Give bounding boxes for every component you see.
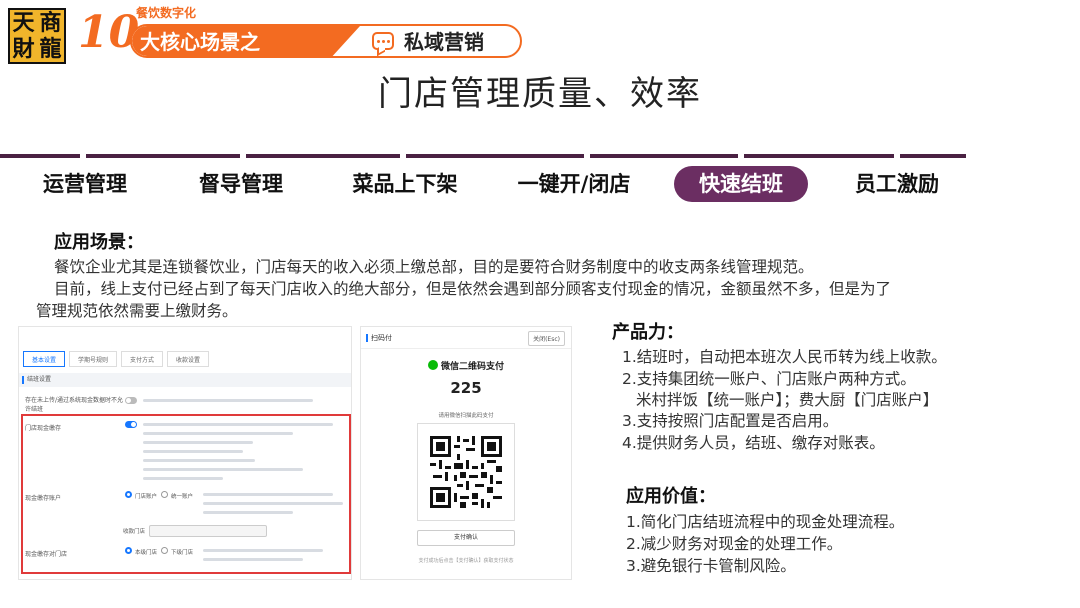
close-button[interactable]: 关闭(Esc) bbox=[528, 331, 565, 346]
setting-desc-line bbox=[203, 511, 293, 514]
setting-desc-line bbox=[143, 399, 313, 402]
select-label-receiving-store: 收款门店 bbox=[123, 529, 146, 535]
setting-desc-line bbox=[203, 502, 343, 505]
product-item: 1.结班时，自动把本班次人民币转为线上收款。 bbox=[622, 348, 947, 366]
setting-label-block-close: 存在未上传/通过系统现金数据时不允许结班 bbox=[25, 397, 124, 413]
subtab-payment[interactable]: 支付方式 bbox=[121, 351, 164, 367]
radio-sub-store[interactable] bbox=[161, 547, 168, 554]
subtab-rules[interactable]: 学期号规则 bbox=[69, 351, 118, 367]
setting-desc-line bbox=[143, 459, 255, 462]
value-item: 3.避免银行卡管制风险。 bbox=[626, 557, 796, 575]
qr-code-icon bbox=[430, 436, 502, 508]
radio-store-account[interactable] bbox=[125, 491, 132, 498]
pay-hint: 请用微信扫描此码支付 bbox=[438, 413, 494, 419]
logo-char: 龍 bbox=[39, 36, 62, 62]
logo-char: 商 bbox=[39, 10, 62, 36]
tab-operations[interactable]: 运营管理 bbox=[30, 166, 140, 202]
subtab-basic[interactable]: 基本设置 bbox=[23, 351, 66, 367]
radio-sub-store-label: 下级门店 bbox=[171, 550, 194, 556]
setting-desc-line bbox=[143, 477, 223, 480]
scenario-line-1: 餐饮企业尤其是连锁餐饮业，门店每天的收入必须上缴总部，目的是要符合财务制度中的收… bbox=[54, 258, 814, 276]
banner-main-title: 大核心场景之 bbox=[140, 30, 260, 54]
setting-desc-line bbox=[203, 558, 303, 561]
value-item: 1.简化门店结班流程中的现金处理流程。 bbox=[626, 513, 905, 531]
chat-bubble-icon bbox=[372, 32, 394, 50]
radio-current-store[interactable] bbox=[125, 547, 132, 554]
setting-desc-line bbox=[143, 432, 293, 435]
pay-footnote: 支付成功后点击【支付确认】获取支付状态 bbox=[418, 558, 514, 564]
page-title: 门店管理质量、效率 bbox=[378, 74, 702, 114]
value-item: 2.减少财务对现金的处理工作。 bbox=[626, 535, 843, 553]
qr-code bbox=[417, 423, 515, 521]
tab-store-open-close[interactable]: 一键开/闭店 bbox=[506, 166, 642, 202]
setting-desc-line bbox=[203, 549, 323, 552]
logo-char: 財 bbox=[12, 36, 35, 62]
settings-screenshot: 基本设置 学期号规则 支付方式 收款设置 结班设置 存在未上传/通过系统现金数据… bbox=[18, 326, 352, 580]
banner-topic: 私域营销 bbox=[404, 30, 484, 54]
pay-confirm-button[interactable]: 支付确认 bbox=[417, 530, 515, 546]
scan-pay-titlebar: 扫码付 关闭(Esc) bbox=[361, 327, 571, 349]
product-item: 3.支持按照门店配置是否启用。 bbox=[622, 412, 839, 430]
setting-label-deposit-store: 现金缴存对门店 bbox=[25, 551, 68, 558]
radio-store-account-label: 门店账户 bbox=[135, 494, 158, 500]
setting-desc-line bbox=[143, 468, 303, 471]
scenario-line-2: 目前，线上支付已经占到了每天门店收入的绝大部分，但是依然会遇到部分顾客支付现金的… bbox=[54, 280, 892, 298]
tab-underlines bbox=[0, 154, 1080, 158]
block-close-toggle[interactable] bbox=[125, 397, 137, 404]
setting-desc-line bbox=[143, 450, 243, 453]
brand-logo: 天 商 財 龍 bbox=[8, 8, 66, 64]
value-heading: 应用价值： bbox=[626, 486, 716, 507]
product-item: 2.支持集团统一账户、门店账户两种方式。 bbox=[622, 370, 916, 388]
product-item: 4.提供财务人员，结班、缴存对账表。 bbox=[622, 434, 885, 452]
setting-label-deposit-account: 现金缴存账户 bbox=[25, 495, 62, 502]
setting-desc-line bbox=[143, 423, 333, 426]
receiving-store-select[interactable] bbox=[149, 525, 267, 537]
logo-char: 天 bbox=[12, 10, 35, 36]
feature-tabs: 运营管理 督导管理 菜品上下架 一键开/闭店 快速结班 员工激励 bbox=[0, 166, 1080, 204]
tab-staff-incentive[interactable]: 员工激励 bbox=[842, 166, 952, 202]
subtab-receipt[interactable]: 收款设置 bbox=[167, 351, 210, 367]
cash-deposit-toggle[interactable] bbox=[125, 421, 137, 428]
tab-menu-listing[interactable]: 菜品上下架 bbox=[338, 166, 472, 202]
setting-desc-line bbox=[203, 493, 333, 496]
setting-label-cash-deposit: 门店现金缴存 bbox=[25, 425, 62, 432]
banner-subtitle: 餐饮数字化 bbox=[136, 6, 197, 20]
pay-method-label: 微信二维码支付 bbox=[440, 362, 504, 372]
radio-current-store-label: 本级门店 bbox=[135, 550, 158, 556]
scan-pay-screenshot: 扫码付 关闭(Esc) 微信二维码支付 225 请用微信扫描此码支付 支付确认 … bbox=[360, 326, 572, 580]
scenario-heading: 应用场景： bbox=[54, 232, 144, 253]
product-heading: 产品力： bbox=[612, 322, 684, 343]
radio-unified-account[interactable] bbox=[161, 491, 168, 498]
tab-supervision[interactable]: 督导管理 bbox=[186, 166, 296, 202]
series-banner: 10 餐饮数字化 大核心场景之 私域营销 bbox=[78, 4, 524, 62]
setting-desc-line bbox=[143, 441, 253, 444]
product-item: 米村拌饭【统一账户】；费大厨【门店账户】 bbox=[636, 391, 939, 409]
scenario-line-3: 管理规范依然需要上缴财务。 bbox=[36, 302, 238, 320]
scan-pay-title: 扫码付 bbox=[366, 334, 392, 342]
wechat-pay-icon bbox=[427, 360, 438, 370]
pay-method: 微信二维码支付 bbox=[361, 359, 571, 372]
pay-amount: 225 bbox=[450, 379, 482, 397]
tab-quick-shift-close[interactable]: 快速结班 bbox=[674, 166, 808, 202]
settings-subtabs: 基本设置 学期号规则 支付方式 收款设置 bbox=[23, 351, 210, 367]
banner-number: 10 bbox=[78, 7, 140, 58]
radio-unified-account-label: 统一账户 bbox=[171, 494, 194, 500]
banner-pill: 大核心场景之 私域营销 bbox=[130, 24, 522, 58]
settings-section-header: 结班设置 bbox=[19, 373, 351, 387]
